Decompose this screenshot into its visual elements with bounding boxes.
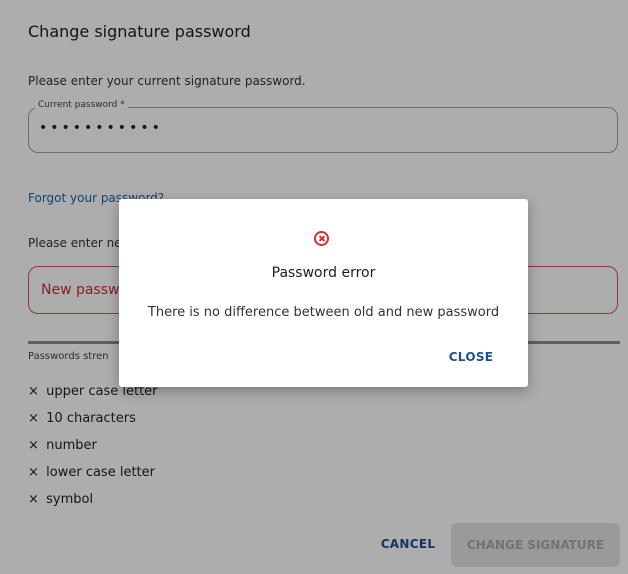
dialog-message: There is no difference between old and n… <box>147 305 500 320</box>
close-button[interactable]: CLOSE <box>441 345 501 369</box>
error-circle-x-icon <box>314 231 329 246</box>
dialog-title: Password error <box>271 265 376 281</box>
password-error-dialog: Password error There is no difference be… <box>119 199 528 387</box>
